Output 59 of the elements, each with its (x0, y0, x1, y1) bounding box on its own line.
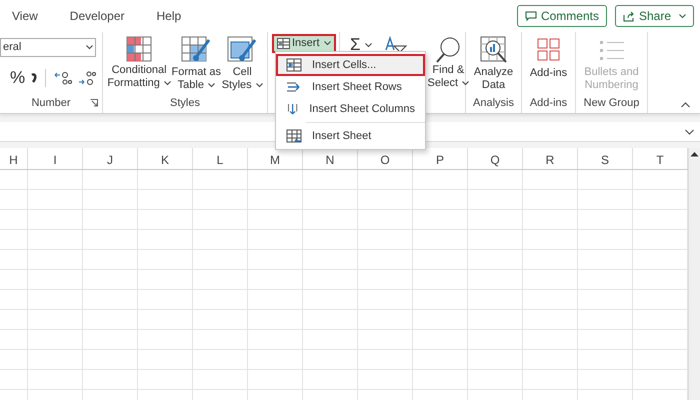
caret-icon (679, 14, 686, 18)
caret-icon (462, 80, 470, 86)
list-icon (598, 38, 624, 62)
number-format-dropdown[interactable]: eral (0, 38, 96, 57)
ribbon-tab[interactable]: Help (156, 7, 182, 25)
percent-button[interactable]: % (0, 65, 26, 90)
menu-item[interactable]: Insert Sheet (276, 125, 425, 147)
share-icon (622, 10, 635, 22)
four-squares-icon (536, 38, 560, 62)
expand-formula-bar-icon[interactable] (685, 128, 694, 134)
style-gallery-button[interactable]: Cell Styles (222, 36, 263, 92)
share-button[interactable]: Share (614, 5, 694, 27)
insert-cells-icon (286, 58, 302, 72)
table-icon (126, 36, 152, 62)
chart-magnifier-icon (480, 36, 508, 64)
column-header[interactable]: L (193, 148, 248, 169)
paintbrush-table-icon (181, 36, 212, 64)
autosum-button[interactable]: Σ (350, 36, 372, 54)
dialog-launcher-icon[interactable] (90, 99, 98, 107)
scroll-up-icon[interactable] (690, 151, 699, 157)
caret-icon (164, 80, 171, 86)
paintbrush-cell-icon (227, 36, 258, 64)
column-header[interactable]: Q (468, 148, 523, 169)
menu-item[interactable]: Insert Cells... (276, 54, 425, 76)
collapse-ribbon-icon[interactable] (681, 102, 690, 108)
column-header[interactable]: J (83, 148, 138, 169)
search-icon (435, 36, 462, 64)
style-gallery-button[interactable]: Format as Table (172, 36, 222, 92)
column-header[interactable]: R (523, 148, 578, 169)
ribbon-tab[interactable]: View (12, 7, 38, 25)
column-header[interactable]: H (0, 148, 28, 169)
caret-icon (364, 42, 372, 48)
comments-button[interactable]: Comments (516, 5, 607, 27)
menu-item[interactable]: Insert Sheet Columns (276, 98, 425, 120)
column-header[interactable]: K (138, 148, 193, 169)
group-label: Add-ins (530, 96, 568, 111)
ribbon-tab[interactable]: Developer (70, 7, 124, 25)
caret-icon (324, 40, 331, 46)
comment-icon (524, 10, 537, 22)
column-header[interactable]: I (28, 148, 83, 169)
group-label: Analysis (473, 96, 514, 111)
style-gallery-button[interactable]: Conditional Formatting (107, 36, 171, 90)
menu-item[interactable]: Insert Sheet Rows (276, 76, 425, 98)
group-label: Number (31, 96, 71, 111)
group-label: New Group (584, 96, 640, 111)
caret-icon (208, 82, 215, 88)
insert-sheet-icon (286, 129, 302, 143)
caret-icon (256, 82, 263, 88)
column-header[interactable]: S (578, 148, 633, 169)
insert-columns-icon (286, 102, 300, 116)
decrease-decimal-icon[interactable] (78, 70, 96, 85)
caret-icon (86, 45, 93, 50)
insert-button[interactable]: Insert (272, 34, 336, 53)
comma-style-icon[interactable] (31, 72, 38, 84)
group-label: Styles (170, 96, 200, 111)
increase-decimal-icon[interactable] (54, 70, 72, 85)
insert-rows-icon (286, 80, 302, 94)
add-ins-button[interactable]: Add-ins (522, 32, 575, 93)
table-icon (277, 38, 290, 49)
